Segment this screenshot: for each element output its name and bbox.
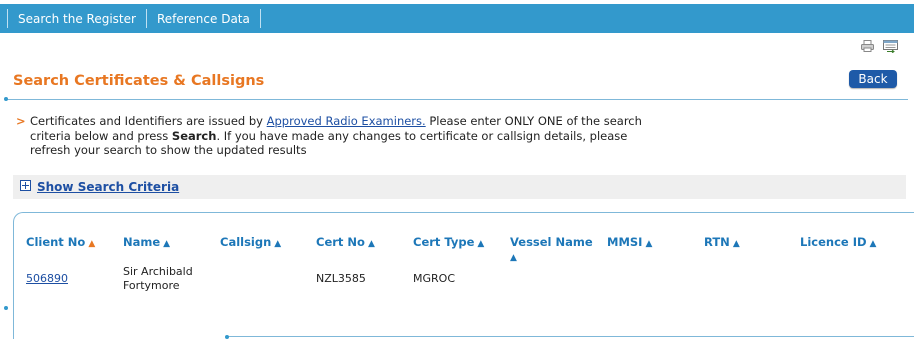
show-search-criteria-link[interactable]: Show Search Criteria: [37, 180, 179, 194]
nav-reference-data[interactable]: Reference Data: [147, 12, 260, 26]
results-bottom-rule: [228, 336, 914, 337]
cell-cert-type: MGROC: [413, 272, 455, 285]
chevron-right-icon: >: [16, 114, 26, 128]
column-header-vessel-name[interactable]: Vessel Name ▲: [510, 235, 600, 265]
search-criteria-bar: Show Search Criteria: [13, 175, 906, 199]
export-icon[interactable]: [883, 40, 898, 53]
column-header-client-no[interactable]: Client No ▲: [26, 235, 95, 251]
printer-icon[interactable]: [861, 40, 874, 53]
sort-asc-icon: ▲: [88, 239, 96, 249]
column-header-rtn[interactable]: RTN ▲: [704, 235, 740, 251]
column-header-name[interactable]: Name ▲: [123, 235, 170, 251]
sort-asc-icon: ▲: [732, 239, 740, 249]
column-header-mmsi[interactable]: MMSI ▲: [607, 235, 652, 251]
sort-asc-icon: ▲: [869, 239, 877, 249]
sort-asc-icon: ▲: [645, 239, 653, 249]
client-no-link[interactable]: 506890: [26, 272, 68, 285]
page-title: Search Certificates & Callsigns: [13, 73, 265, 89]
sort-asc-icon: ▲: [510, 253, 517, 263]
nav-divider: [259, 9, 261, 28]
column-header-licence-id[interactable]: Licence ID ▲: [800, 235, 876, 251]
cell-name: Sir Archibald Fortymore: [123, 265, 193, 292]
nav-search-register[interactable]: Search the Register: [8, 12, 146, 26]
column-header-callsign[interactable]: Callsign ▲: [220, 235, 281, 251]
cell-cert-no: NZL3585: [316, 272, 366, 285]
panel-endpoint: [4, 306, 8, 310]
sort-asc-icon: ▲: [274, 239, 282, 249]
intro-notice: > Certificates and Identifiers are issue…: [16, 114, 656, 158]
page-tools: [861, 40, 898, 53]
sort-asc-icon: ▲: [367, 239, 375, 249]
expand-icon[interactable]: [20, 180, 31, 194]
back-button[interactable]: Back: [849, 70, 897, 88]
title-divider: [6, 99, 908, 100]
sort-asc-icon: ▲: [477, 239, 485, 249]
column-header-cert-type[interactable]: Cert Type ▲: [413, 235, 484, 251]
approved-examiners-link[interactable]: Approved Radio Examiners.: [267, 114, 426, 128]
divider-endpoint: [4, 97, 8, 101]
cell-client-no[interactable]: 506890: [26, 272, 68, 286]
rule-endpoint: [225, 335, 229, 339]
sort-asc-icon: ▲: [163, 239, 171, 249]
intro-text: Certificates and Identifiers are issued …: [30, 114, 642, 157]
column-header-cert-no[interactable]: Cert No ▲: [316, 235, 375, 251]
top-nav-bar: Search the Register Reference Data: [0, 4, 914, 33]
